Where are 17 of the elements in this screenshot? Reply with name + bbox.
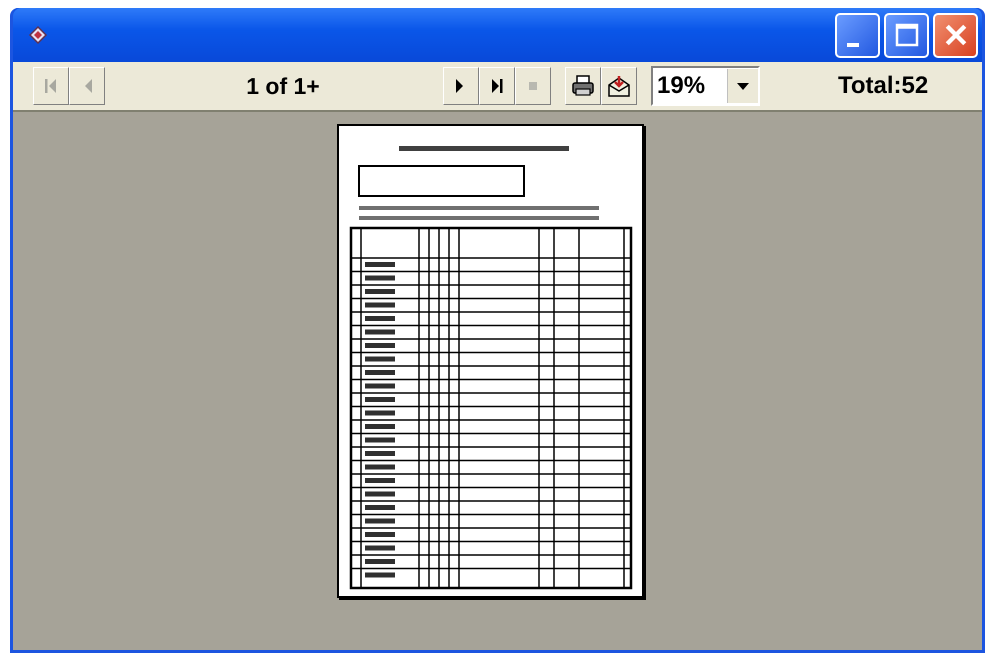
dropdown-caret-icon <box>736 81 750 91</box>
minimize-icon <box>846 43 858 47</box>
next-page-button[interactable] <box>443 67 479 105</box>
page-indicator: 1 of 1+ <box>245 72 321 100</box>
envelope-icon <box>607 74 631 98</box>
export-button[interactable] <box>601 67 637 105</box>
first-page-icon <box>43 77 59 95</box>
last-page-button[interactable] <box>479 67 515 105</box>
maximize-button[interactable] <box>884 12 929 58</box>
printer-icon <box>571 74 595 98</box>
app-icon <box>27 24 49 46</box>
total-count: Total:52 <box>838 72 928 100</box>
print-button[interactable] <box>565 67 601 105</box>
last-page-icon <box>489 77 505 95</box>
zoom-dropdown[interactable]: 19% <box>651 66 760 106</box>
close-button[interactable] <box>933 12 978 58</box>
minimize-button[interactable] <box>835 12 880 58</box>
